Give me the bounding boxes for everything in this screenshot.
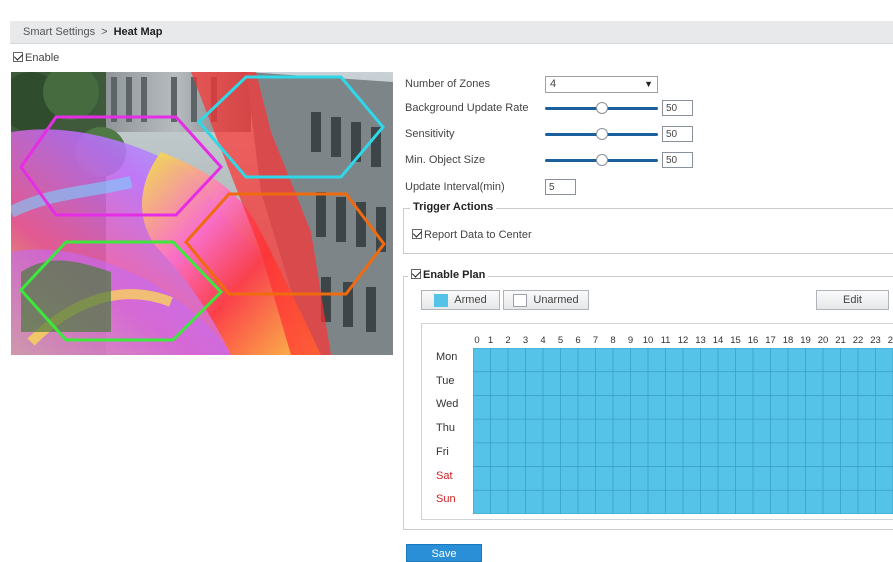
hour-label: 11 xyxy=(660,335,671,346)
zones-label: Number of Zones xyxy=(405,78,490,90)
unarmed-button[interactable]: Unarmed xyxy=(503,290,589,310)
min-object-size-label: Min. Object Size xyxy=(405,154,486,166)
enable-plan-legend[interactable]: Enable Plan xyxy=(408,269,489,281)
breadcrumb: Smart Settings > Heat Map xyxy=(10,21,893,44)
hour-label: 3 xyxy=(522,335,529,346)
hour-label: 18 xyxy=(782,335,794,346)
unarmed-swatch xyxy=(513,293,528,307)
heatmap-scene xyxy=(11,72,393,355)
armed-swatch xyxy=(434,293,449,307)
min-object-size-input[interactable]: 50 xyxy=(662,152,693,168)
report-data-label: Report Data to Center xyxy=(424,229,532,241)
hour-label: 1 xyxy=(487,335,494,346)
hour-label: 21 xyxy=(835,335,846,346)
hour-label: 6 xyxy=(575,335,581,346)
enable-plan-checkbox[interactable] xyxy=(411,269,421,279)
page-title: Heat Map xyxy=(113,26,163,38)
hour-label: 14 xyxy=(712,335,724,346)
trigger-actions-group: Trigger Actions Report Data to Center xyxy=(403,201,893,254)
zones-select[interactable]: 4 ▼ xyxy=(545,75,658,93)
save-button[interactable]: Save xyxy=(406,544,482,562)
report-data-option[interactable]: Report Data to Center xyxy=(412,229,532,241)
background-update-rate-input[interactable]: 50 xyxy=(662,100,693,116)
min-object-size-slider[interactable] xyxy=(545,153,658,167)
hour-label: 2 xyxy=(505,335,511,346)
armed-label: Armed xyxy=(454,294,487,306)
day-label-fri: Fri xyxy=(436,445,449,458)
report-data-checkbox[interactable] xyxy=(412,229,422,239)
enable-toggle[interactable]: Enable xyxy=(13,52,59,64)
background-update-rate-label: Background Update Rate xyxy=(405,102,529,114)
hour-label: 19 xyxy=(800,335,811,346)
sensitivity-slider[interactable] xyxy=(545,127,658,141)
day-label-tue: Tue xyxy=(436,374,455,387)
background-update-rate-row: Background Update Rate 50 xyxy=(405,98,693,118)
armed-button[interactable]: Armed xyxy=(421,290,500,310)
update-interval-row: Update Interval(min) 5 xyxy=(405,177,576,197)
update-interval-label: Update Interval(min) xyxy=(405,181,505,193)
update-interval-input[interactable]: 5 xyxy=(545,179,576,195)
sensitivity-row: Sensitivity 50 xyxy=(405,124,693,144)
chevron-down-icon: ▼ xyxy=(644,79,653,89)
hour-label: 9 xyxy=(627,335,634,346)
hour-label: 23 xyxy=(870,335,881,346)
zones-row: Number of Zones 4 ▼ xyxy=(405,74,658,94)
hour-label: 15 xyxy=(730,335,741,346)
hour-label: 5 xyxy=(557,335,564,346)
hour-label: 7 xyxy=(592,335,599,346)
slider-thumb[interactable] xyxy=(595,154,608,166)
hour-label: 4 xyxy=(540,335,546,346)
hour-label: 13 xyxy=(695,335,706,346)
zones-value: 4 xyxy=(550,78,557,90)
hour-label: 24 xyxy=(887,335,893,346)
enable-label: Enable xyxy=(25,52,60,64)
hour-label: 20 xyxy=(817,335,829,346)
hour-label: 17 xyxy=(765,335,776,346)
day-label-sun: Sun xyxy=(436,493,456,506)
hour-label: 12 xyxy=(677,335,689,346)
hour-label: 0 xyxy=(474,335,480,346)
background-update-rate-slider[interactable] xyxy=(545,101,658,115)
heatmap-video-preview[interactable] xyxy=(11,72,393,355)
breadcrumb-separator: > xyxy=(101,26,108,38)
day-label-sat: Sat xyxy=(436,469,453,482)
slider-thumb[interactable] xyxy=(595,128,608,140)
slider-thumb[interactable] xyxy=(595,102,608,114)
enable-plan-label: Enable Plan xyxy=(423,269,486,281)
day-label-mon: Mon xyxy=(436,351,458,363)
hour-label: 8 xyxy=(610,335,616,346)
breadcrumb-parent[interactable]: Smart Settings xyxy=(23,26,95,38)
hour-label: 16 xyxy=(747,335,759,346)
hour-label: 22 xyxy=(852,335,864,346)
sensitivity-input[interactable]: 50 xyxy=(662,126,693,142)
enable-checkbox[interactable] xyxy=(13,52,23,62)
trigger-actions-legend: Trigger Actions xyxy=(410,201,497,213)
hour-label: 10 xyxy=(642,335,654,346)
day-label-thu: Thu xyxy=(436,422,455,435)
min-object-size-row: Min. Object Size 50 xyxy=(405,150,693,170)
schedule-grid[interactable] xyxy=(473,348,893,514)
unarmed-label: Unarmed xyxy=(533,294,579,306)
edit-button[interactable]: Edit xyxy=(816,290,889,310)
day-label-wed: Wed xyxy=(436,398,459,411)
sensitivity-label: Sensitivity xyxy=(405,128,455,140)
